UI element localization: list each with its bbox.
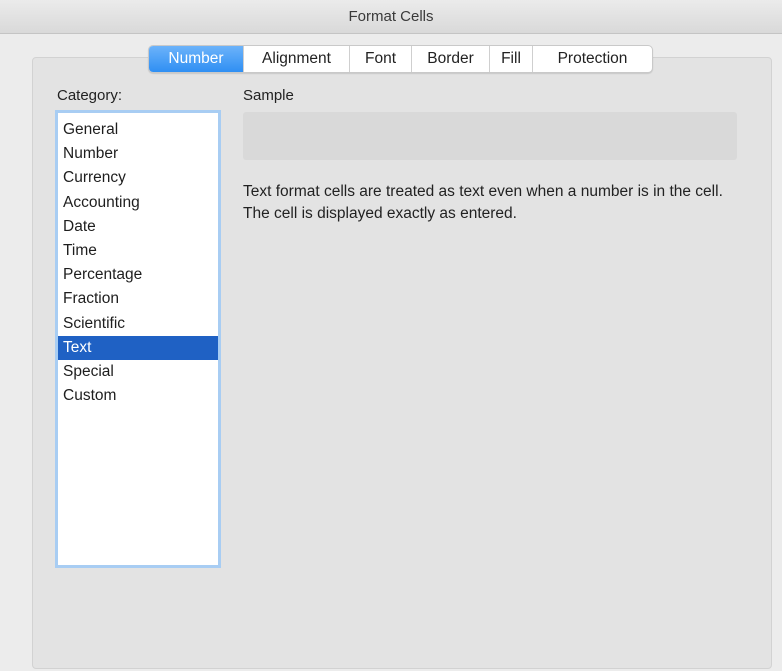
category-item-text[interactable]: Text (58, 335, 218, 360)
category-item-currency[interactable]: Currency (58, 166, 218, 190)
category-item-special[interactable]: Special (58, 360, 218, 384)
category-item-scientific[interactable]: Scientific (58, 312, 218, 336)
category-item-time[interactable]: Time (58, 239, 218, 263)
tab-alignment[interactable]: Alignment (243, 46, 349, 72)
category-label: Category: (57, 87, 123, 104)
format-description: Text format cells are treated as text ev… (243, 183, 723, 222)
sample-preview (243, 112, 737, 160)
tab-border[interactable]: Border (411, 46, 489, 72)
category-list[interactable]: General Number Currency Accounting Date … (55, 110, 221, 568)
category-item-general[interactable]: General (58, 118, 218, 142)
tab-bar: Number Alignment Font Border Fill Protec… (148, 45, 653, 73)
category-item-number[interactable]: Number (58, 142, 218, 166)
category-item-percentage[interactable]: Percentage (58, 263, 218, 287)
tab-fill[interactable]: Fill (489, 46, 532, 72)
category-item-custom[interactable]: Custom (58, 384, 218, 408)
tab-protection[interactable]: Protection (532, 46, 652, 72)
category-item-accounting[interactable]: Accounting (58, 191, 218, 215)
tab-font[interactable]: Font (349, 46, 411, 72)
sample-label: Sample (243, 87, 294, 104)
title-bar: Format Cells (0, 0, 782, 34)
category-item-date[interactable]: Date (58, 215, 218, 239)
window-title: Format Cells (348, 8, 434, 25)
category-item-fraction[interactable]: Fraction (58, 287, 218, 311)
tab-number[interactable]: Number (149, 46, 243, 72)
